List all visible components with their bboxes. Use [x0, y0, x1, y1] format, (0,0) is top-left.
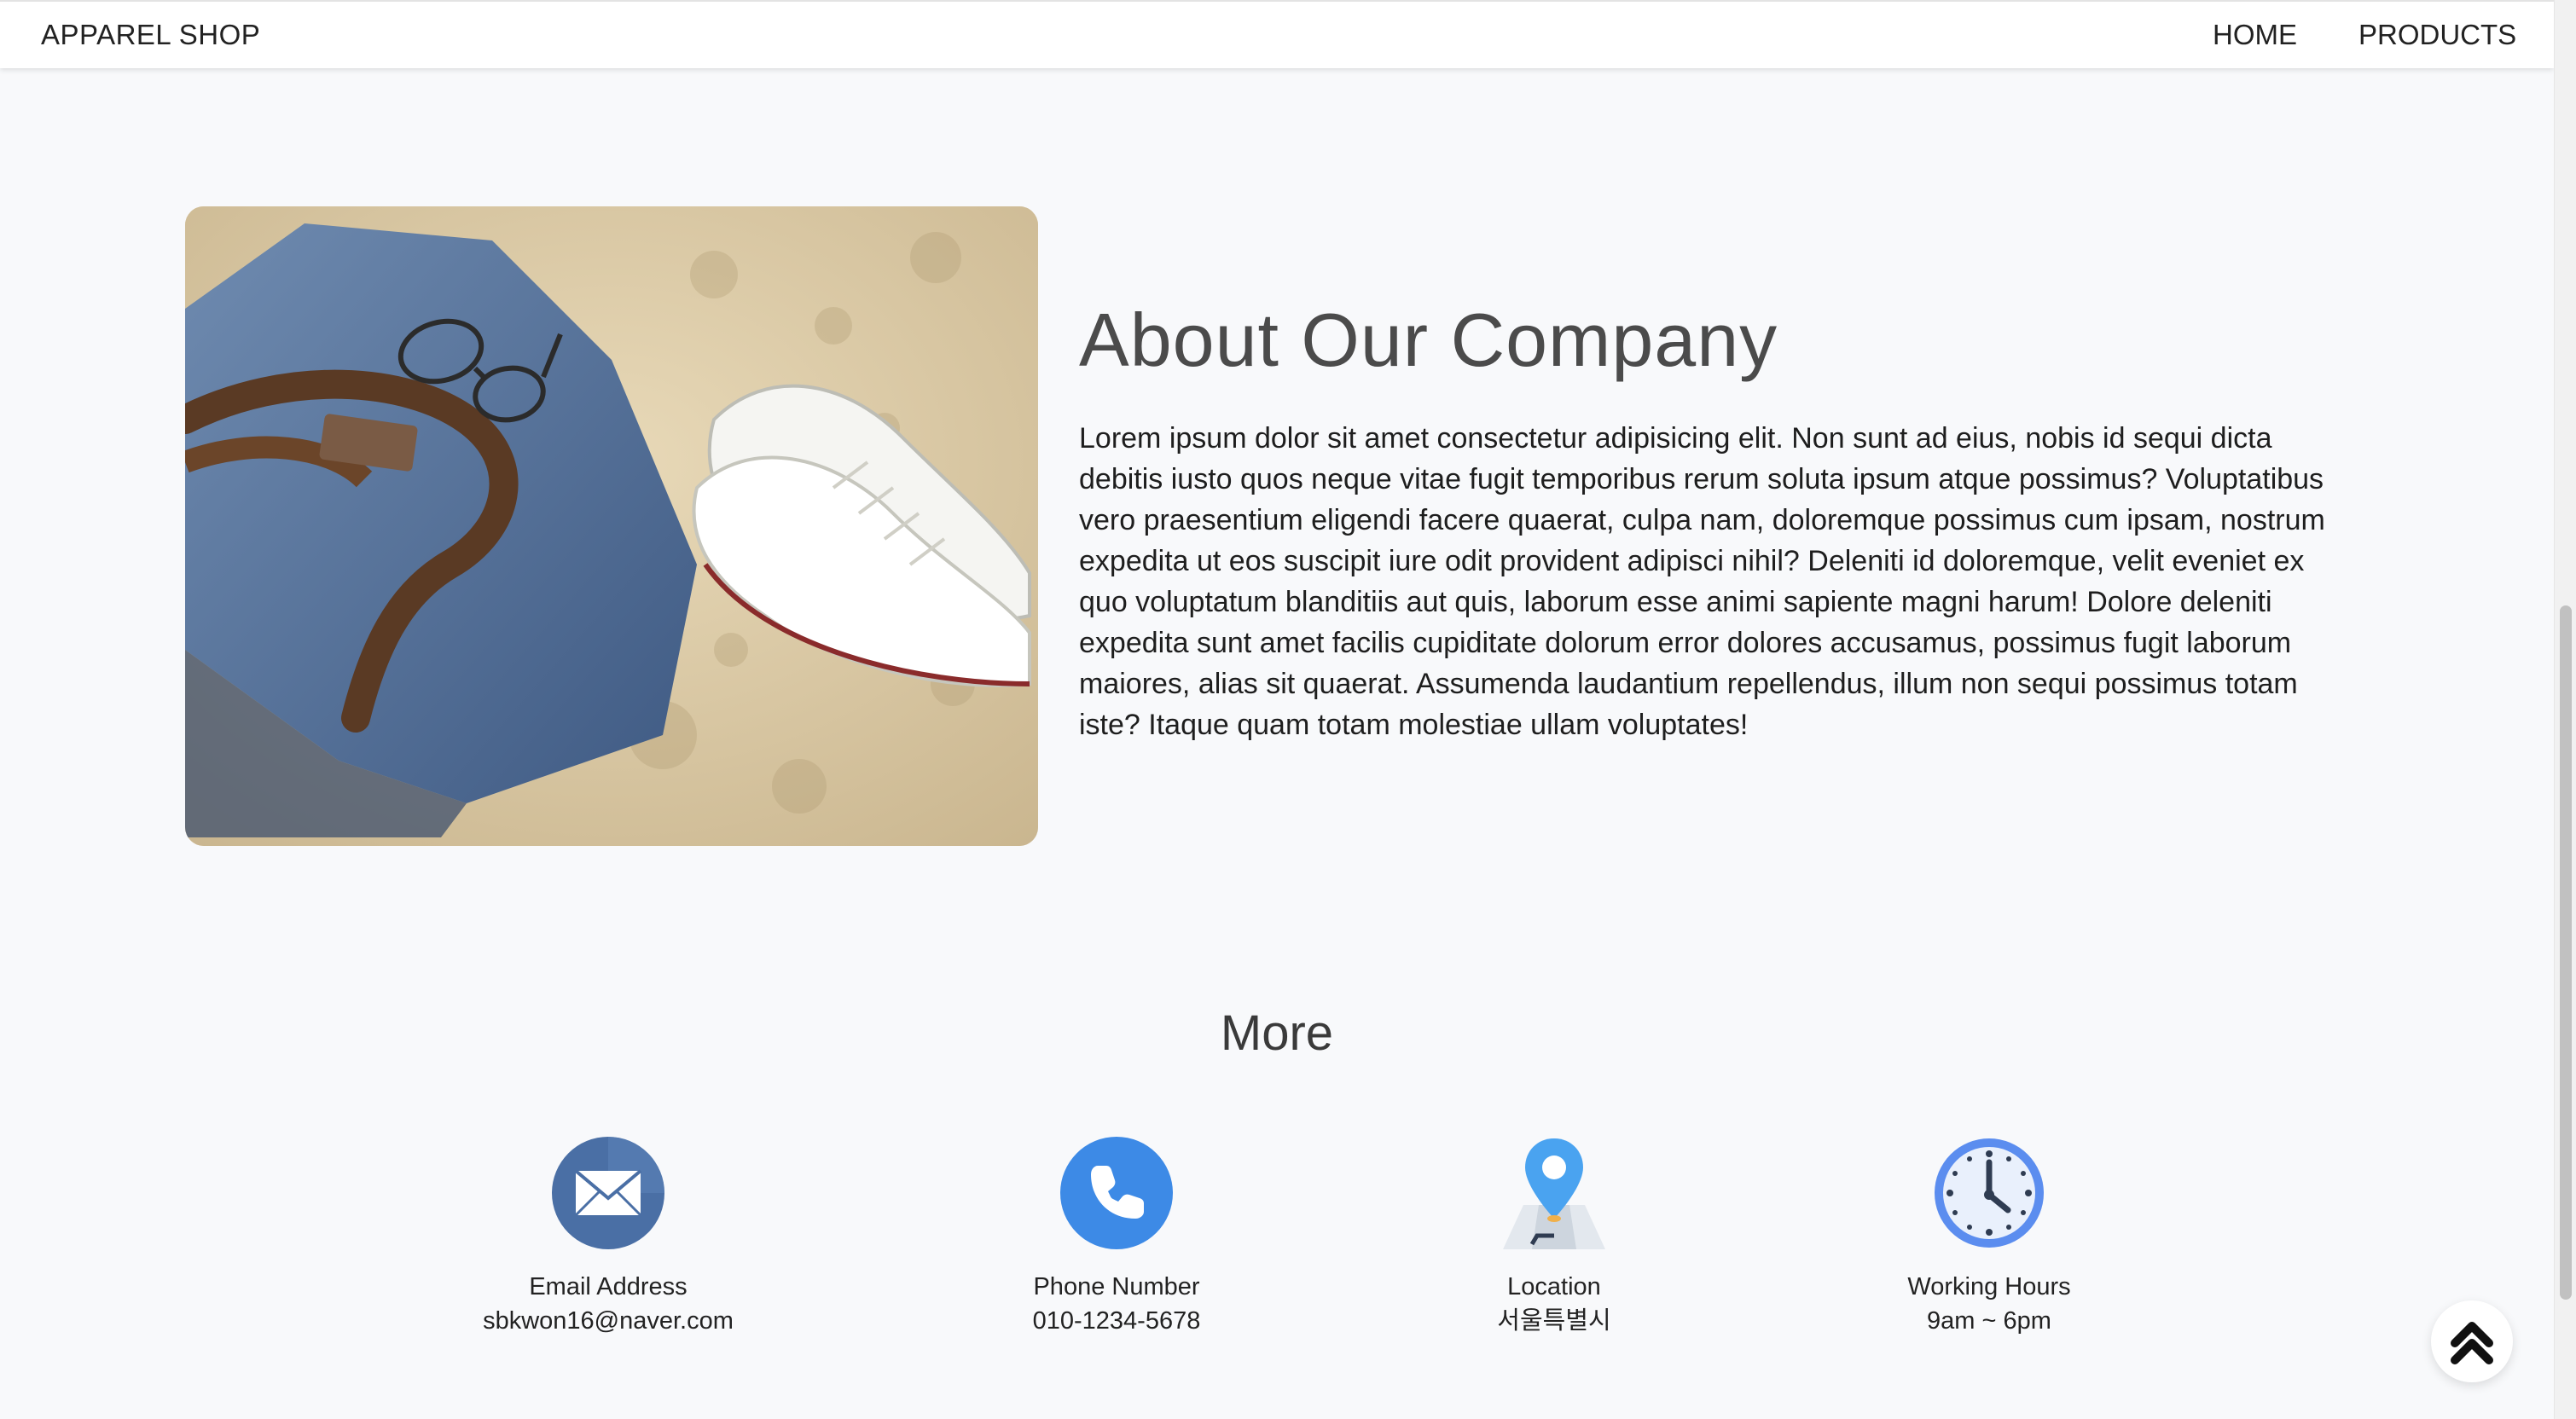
contact-value: 서울특별시: [1497, 1307, 1611, 1335]
contact-value: 010-1234-5678: [1032, 1307, 1201, 1335]
scrollbar-thumb[interactable]: [2560, 605, 2572, 1300]
brand-logo[interactable]: APPAREL SHOP: [41, 19, 260, 51]
contact-location: Location 서울특별시: [1375, 1137, 1733, 1338]
contact-value: sbkwon16@naver.com: [483, 1307, 734, 1335]
contact-value: 9am ~ 6pm: [1927, 1307, 2051, 1335]
map-pin-icon: [1498, 1137, 1610, 1249]
contact-phone: Phone Number 010-1234-5678: [937, 1137, 1296, 1338]
about-image: [185, 206, 1038, 846]
contact-hours: Working Hours 9am ~ 6pm: [1810, 1137, 2168, 1338]
nav-home-link[interactable]: HOME: [2213, 19, 2297, 51]
contact-label: Phone Number: [1033, 1273, 1200, 1300]
contact-email: Email Address sbkwon16@naver.com: [429, 1137, 787, 1338]
about-body: Lorem ipsum dolor sit amet consectetur a…: [1079, 422, 2325, 741]
double-chevron-up-icon: [2451, 1322, 2493, 1364]
back-to-top-button[interactable]: [2431, 1300, 2513, 1382]
bag-sneakers-photo: [185, 206, 1038, 846]
phone-icon: [1060, 1137, 1173, 1249]
navbar: APPAREL SHOP HOME PRODUCTS: [0, 0, 2554, 68]
more-title: More: [1220, 1005, 1334, 1061]
clock-icon: [1933, 1137, 2045, 1249]
envelope-icon: [552, 1137, 664, 1249]
nav-products-link[interactable]: PRODUCTS: [2358, 19, 2516, 51]
contact-label: Email Address: [529, 1273, 688, 1300]
contact-label: Working Hours: [1907, 1273, 2071, 1300]
about-title: About Our Company: [1079, 298, 1778, 382]
contact-label: Location: [1507, 1273, 1601, 1300]
